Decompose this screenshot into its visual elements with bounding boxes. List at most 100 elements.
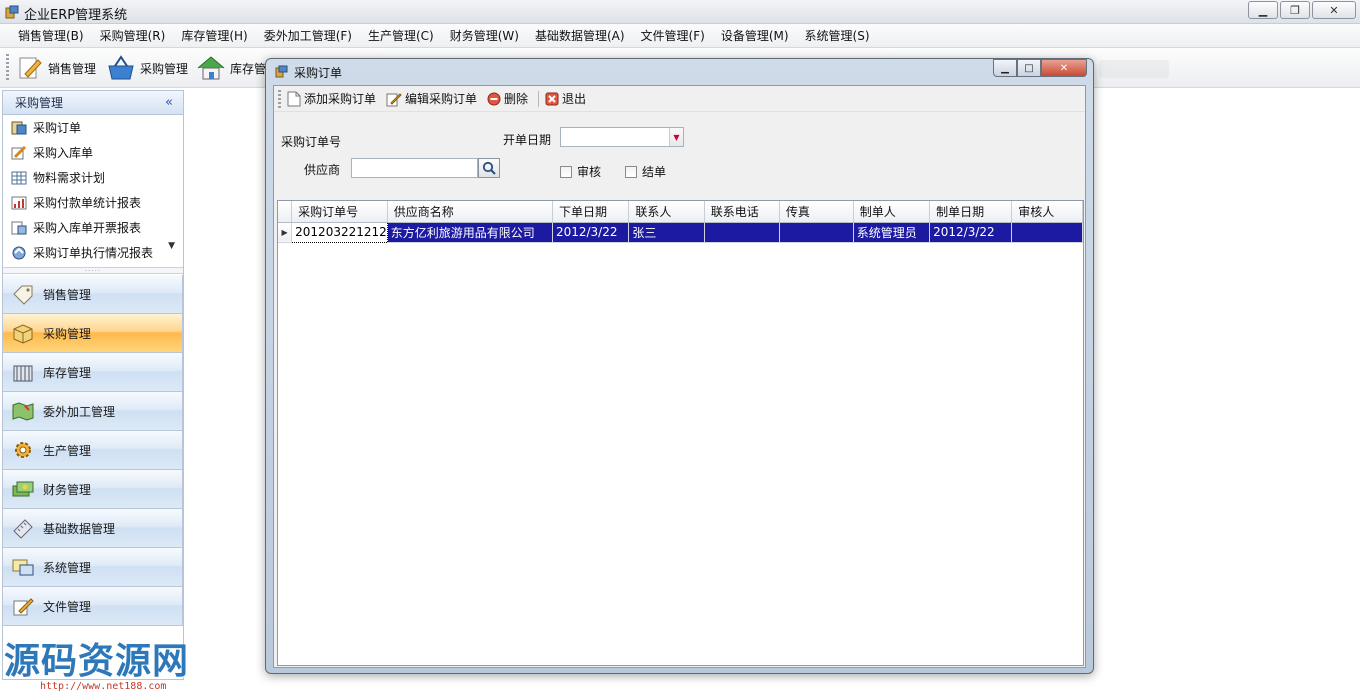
- nav-group-sales[interactable]: 销售管理: [3, 275, 183, 314]
- new-document-icon: [287, 91, 301, 106]
- column-header[interactable]: 联系电话: [704, 201, 780, 223]
- menu-basic-data[interactable]: 基础数据管理(A): [527, 25, 633, 47]
- table-cell[interactable]: 系统管理员: [853, 222, 931, 243]
- table-cell[interactable]: [779, 222, 854, 243]
- restore-button[interactable]: ❐: [1280, 1, 1310, 19]
- tag-icon: [13, 285, 33, 305]
- table-cell[interactable]: 张三: [628, 222, 705, 243]
- nav-group-label: 库存管理: [43, 365, 92, 380]
- exit-button[interactable]: 退出: [545, 90, 586, 107]
- edit-icon: [386, 92, 402, 106]
- nav-item-purchase-receipt[interactable]: 采购入库单: [3, 140, 183, 165]
- nav-group-label: 采购管理: [43, 326, 92, 341]
- column-header[interactable]: 制单人: [853, 201, 931, 223]
- toolbar-inventory-button[interactable]: 库存管: [196, 52, 266, 84]
- nav-item-label: 采购入库单开票报表: [33, 221, 142, 235]
- table-cell[interactable]: 东方亿利旅游用品有限公司: [387, 222, 553, 243]
- nav-item-execution-report[interactable]: 采购订单执行情况报表: [3, 240, 183, 265]
- close-button[interactable]: ✕: [1312, 1, 1356, 19]
- column-header[interactable]: 传真: [779, 201, 854, 223]
- nav-group-label: 生产管理: [43, 443, 92, 458]
- child-close-button[interactable]: ✕: [1041, 59, 1087, 77]
- row-header-corner: [278, 201, 293, 223]
- nav-group-outsourcing[interactable]: 委外加工管理: [3, 392, 183, 431]
- menu-finance[interactable]: 财务管理(W): [442, 25, 527, 47]
- nav-group-files[interactable]: 文件管理: [3, 587, 183, 626]
- menu-production[interactable]: 生产管理(C): [360, 25, 442, 47]
- toolbar-grip[interactable]: [6, 54, 9, 82]
- settled-checkbox[interactable]: 结单: [625, 163, 666, 180]
- nav-splitter[interactable]: ·····: [3, 267, 183, 275]
- menu-inventory[interactable]: 库存管理(H): [173, 25, 255, 47]
- nav-group-inventory[interactable]: 库存管理: [3, 353, 183, 392]
- execution-icon: [12, 246, 26, 259]
- watermark-url: http://www.net188.com: [40, 681, 167, 692]
- audit-checkbox[interactable]: 审核: [560, 163, 601, 180]
- column-header[interactable]: 供应商名称: [387, 201, 553, 223]
- audit-checkbox-box[interactable]: [560, 165, 572, 178]
- table-cell[interactable]: [704, 222, 780, 243]
- collapse-icon[interactable]: «: [165, 95, 173, 110]
- child-maximize-button[interactable]: □: [1017, 59, 1041, 77]
- child-title: 采购订单: [294, 66, 343, 80]
- open-date-picker[interactable]: ▼: [560, 127, 684, 147]
- nav-group-basic-data[interactable]: 基础数据管理: [3, 509, 183, 548]
- menu-equipment[interactable]: 设备管理(M): [713, 25, 797, 47]
- delete-button[interactable]: 删除: [487, 90, 528, 107]
- nav-header-title: 采购管理: [15, 96, 64, 110]
- child-minimize-button[interactable]: ▁: [993, 59, 1017, 77]
- child-titlebar[interactable]: 采购订单 ▁ □ ✕: [266, 59, 1093, 83]
- window-icon: [275, 65, 288, 78]
- menu-files[interactable]: 文件管理(F): [633, 25, 713, 47]
- menu-sales[interactable]: 销售管理(B): [10, 25, 92, 47]
- row-pointer-icon[interactable]: ▶: [278, 222, 293, 243]
- toolbar-hidden-button[interactable]: [1099, 60, 1169, 78]
- table-icon: [11, 171, 27, 184]
- orders-grid: 采购订单号 供应商名称 下单日期 联系人 联系电话 传真 制单人 制单日期 审核…: [277, 200, 1084, 666]
- nav-group-production[interactable]: 生产管理: [3, 431, 183, 470]
- nav-item-mrp[interactable]: 物料需求计划: [3, 165, 183, 190]
- table-cell[interactable]: 2012/3/22: [552, 222, 630, 243]
- toolbar-inventory-label: 库存管: [230, 61, 267, 76]
- table-row[interactable]: ▶ 201203221212 东方亿利旅游用品有限公司 2012/3/22 张三…: [278, 221, 1083, 243]
- column-header[interactable]: 联系人: [628, 201, 705, 223]
- add-order-button[interactable]: 添加采购订单: [287, 90, 376, 107]
- column-header[interactable]: 审核人: [1011, 201, 1083, 223]
- nav-item-payment-report[interactable]: 采购付款单统计报表: [3, 190, 183, 215]
- child-toolbar-grip[interactable]: [278, 89, 281, 108]
- menu-purchase[interactable]: 采购管理(R): [92, 25, 174, 47]
- toolbar-separator: [538, 90, 540, 107]
- basket-icon: [108, 55, 134, 80]
- minimize-button[interactable]: ▁: [1248, 1, 1278, 19]
- ruler-icon: [13, 519, 33, 539]
- nav-group-purchase[interactable]: 采购管理: [3, 314, 183, 353]
- table-cell[interactable]: [1011, 222, 1083, 243]
- child-window-controls: ▁ □ ✕: [993, 59, 1087, 77]
- supplier-input[interactable]: [351, 158, 478, 178]
- toolbar-sales-button[interactable]: 销售管理: [16, 52, 96, 84]
- audit-label: 审核: [577, 165, 602, 179]
- column-header[interactable]: 下单日期: [552, 201, 630, 223]
- warehouse-icon: [13, 365, 33, 382]
- nav-list: 采购订单 采购入库单 物料需求计划 采购付款单统计报表 采购入库单开票报表 采购…: [3, 115, 183, 267]
- nav-group-system[interactable]: 系统管理: [3, 548, 183, 587]
- column-header[interactable]: 采购订单号: [291, 201, 388, 223]
- nav-header: 采购管理 «: [3, 91, 183, 115]
- table-cell[interactable]: 2012/3/22: [929, 222, 1013, 243]
- settled-label: 结单: [642, 165, 667, 179]
- supplier-lookup-button[interactable]: [478, 158, 500, 178]
- menu-outsourcing[interactable]: 委外加工管理(F): [256, 25, 360, 47]
- nav-item-invoice-report[interactable]: 采购入库单开票报表: [3, 215, 183, 240]
- table-cell[interactable]: 201203221212: [291, 221, 388, 243]
- edit-order-button[interactable]: 编辑采购订单: [386, 90, 477, 107]
- scroll-down-icon[interactable]: ▼: [168, 241, 175, 251]
- supplier-label: 供应商: [304, 163, 341, 177]
- column-header[interactable]: 制单日期: [929, 201, 1013, 223]
- toolbar-purchase-button[interactable]: 采购管理: [106, 52, 188, 84]
- nav-item-purchase-order[interactable]: 采购订单: [3, 115, 183, 140]
- settled-checkbox-box[interactable]: [625, 165, 637, 178]
- chevron-down-icon[interactable]: ▼: [669, 128, 683, 146]
- menu-system[interactable]: 系统管理(S): [797, 25, 878, 47]
- nav-group-finance[interactable]: 财务管理: [3, 470, 183, 509]
- nav-group-label: 基础数据管理: [43, 521, 116, 536]
